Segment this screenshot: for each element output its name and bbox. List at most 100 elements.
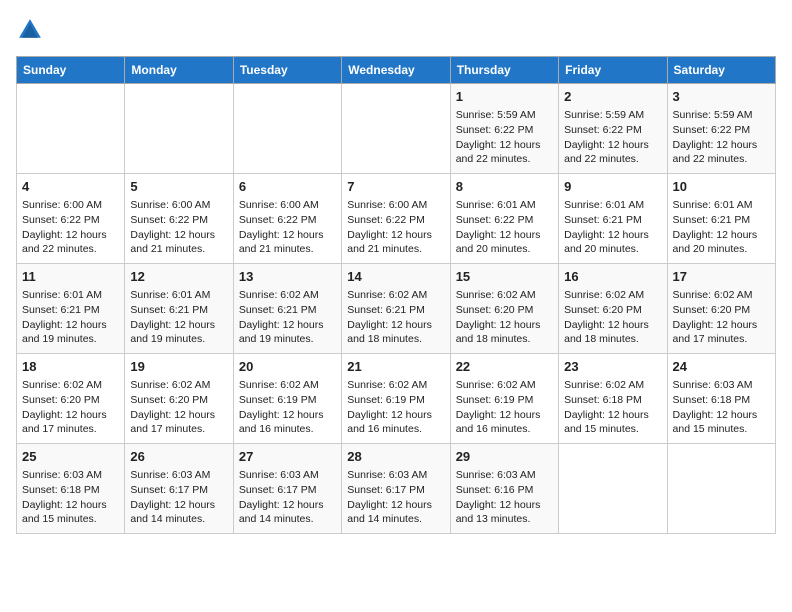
day-number: 24: [673, 358, 770, 376]
day-info: Sunrise: 6:02 AM Sunset: 6:19 PM Dayligh…: [239, 378, 336, 437]
calendar-cell: 1 Sunrise: 5:59 AM Sunset: 6:22 PM Daylig…: [450, 84, 558, 174]
calendar-cell: 22Sunrise: 6:02 AM Sunset: 6:19 PM Dayli…: [450, 354, 558, 444]
day-info: Sunrise: 6:02 AM Sunset: 6:20 PM Dayligh…: [456, 288, 553, 347]
calendar-cell: 27 Sunrise: 6:03 AM Sunset: 6:17 PM Dayli…: [233, 444, 341, 534]
day-info: Sunrise: 5:59 AM Sunset: 6:22 PM Dayligh…: [456, 108, 553, 167]
calendar-cell: 29 Sunrise: 6:03 AM Sunset: 6:16 PM Dayli…: [450, 444, 558, 534]
calendar-cell: 14 Sunrise: 6:02 AM Sunset: 6:21 PM Dayli…: [342, 264, 450, 354]
day-info: Sunrise: 6:01 AM Sunset: 6:21 PM Dayligh…: [130, 288, 227, 347]
day-number: 15: [456, 268, 553, 286]
day-info: Sunrise: 6:03 AM Sunset: 6:18 PM Dayligh…: [673, 378, 770, 437]
day-number: 28: [347, 448, 444, 466]
day-info: Sunrise: 6:03 AM Sunset: 6:17 PM Dayligh…: [239, 468, 336, 527]
calendar-cell: 24 Sunrise: 6:03 AM Sunset: 6:18 PM Dayli…: [667, 354, 775, 444]
header-wednesday: Wednesday: [342, 57, 450, 84]
day-info: Sunrise: 6:01 AM Sunset: 6:21 PM Dayligh…: [673, 198, 770, 257]
calendar-cell: 10Sunrise: 6:01 AM Sunset: 6:21 PM Dayli…: [667, 174, 775, 264]
day-number: 7: [347, 178, 444, 196]
calendar-cell: 21 Sunrise: 6:02 AM Sunset: 6:19 PM Dayli…: [342, 354, 450, 444]
day-info: Sunrise: 6:00 AM Sunset: 6:22 PM Dayligh…: [22, 198, 119, 257]
calendar-cell: 5 Sunrise: 6:00 AM Sunset: 6:22 PM Daylig…: [125, 174, 233, 264]
calendar-cell: [559, 444, 667, 534]
day-number: 4: [22, 178, 119, 196]
day-info: Sunrise: 5:59 AM Sunset: 6:22 PM Dayligh…: [673, 108, 770, 167]
calendar-cell: 7 Sunrise: 6:00 AM Sunset: 6:22 PM Daylig…: [342, 174, 450, 264]
day-number: 8: [456, 178, 553, 196]
calendar-cell: 20 Sunrise: 6:02 AM Sunset: 6:19 PM Dayli…: [233, 354, 341, 444]
day-info: Sunrise: 6:01 AM Sunset: 6:22 PM Dayligh…: [456, 198, 553, 257]
calendar-cell: 17 Sunrise: 6:02 AM Sunset: 6:20 PM Dayli…: [667, 264, 775, 354]
day-info: Sunrise: 6:03 AM Sunset: 6:17 PM Dayligh…: [347, 468, 444, 527]
day-number: 3: [673, 88, 770, 106]
day-number: 21: [347, 358, 444, 376]
day-number: 16: [564, 268, 661, 286]
day-number: 2: [564, 88, 661, 106]
calendar-cell: 28 Sunrise: 6:03 AM Sunset: 6:17 PM Dayli…: [342, 444, 450, 534]
day-number: 26: [130, 448, 227, 466]
day-number: 29: [456, 448, 553, 466]
calendar-cell: 3 Sunrise: 5:59 AM Sunset: 6:22 PM Daylig…: [667, 84, 775, 174]
day-info: Sunrise: 6:02 AM Sunset: 6:20 PM Dayligh…: [564, 288, 661, 347]
calendar-cell: [342, 84, 450, 174]
day-info: Sunrise: 6:01 AM Sunset: 6:21 PM Dayligh…: [564, 198, 661, 257]
day-info: Sunrise: 6:01 AM Sunset: 6:21 PM Dayligh…: [22, 288, 119, 347]
calendar-cell: 11 Sunrise: 6:01 AM Sunset: 6:21 PM Dayli…: [17, 264, 125, 354]
calendar-cell: 25 Sunrise: 6:03 AM Sunset: 6:18 PM Dayli…: [17, 444, 125, 534]
day-info: Sunrise: 6:00 AM Sunset: 6:22 PM Dayligh…: [347, 198, 444, 257]
day-number: 25: [22, 448, 119, 466]
day-number: 5: [130, 178, 227, 196]
day-info: Sunrise: 6:02 AM Sunset: 6:20 PM Dayligh…: [673, 288, 770, 347]
day-number: 23: [564, 358, 661, 376]
day-number: 20: [239, 358, 336, 376]
calendar-cell: [125, 84, 233, 174]
day-number: 14: [347, 268, 444, 286]
day-info: Sunrise: 6:02 AM Sunset: 6:19 PM Dayligh…: [347, 378, 444, 437]
day-number: 19: [130, 358, 227, 376]
calendar-cell: 4 Sunrise: 6:00 AM Sunset: 6:22 PM Daylig…: [17, 174, 125, 264]
day-info: Sunrise: 6:00 AM Sunset: 6:22 PM Dayligh…: [130, 198, 227, 257]
calendar-cell: 13 Sunrise: 6:02 AM Sunset: 6:21 PM Dayli…: [233, 264, 341, 354]
header-sunday: Sunday: [17, 57, 125, 84]
calendar-cell: 8 Sunrise: 6:01 AM Sunset: 6:22 PM Daylig…: [450, 174, 558, 264]
day-number: 13: [239, 268, 336, 286]
calendar-week-1: 1 Sunrise: 5:59 AM Sunset: 6:22 PM Daylig…: [17, 84, 776, 174]
header-monday: Monday: [125, 57, 233, 84]
calendar-cell: 26 Sunrise: 6:03 AM Sunset: 6:17 PM Dayli…: [125, 444, 233, 534]
calendar-table: SundayMondayTuesdayWednesdayThursdayFrid…: [16, 56, 776, 534]
calendar-cell: 15 Sunrise: 6:02 AM Sunset: 6:20 PM Dayli…: [450, 264, 558, 354]
day-info: Sunrise: 6:02 AM Sunset: 6:20 PM Dayligh…: [130, 378, 227, 437]
calendar-cell: 18Sunrise: 6:02 AM Sunset: 6:20 PM Dayli…: [17, 354, 125, 444]
calendar-week-2: 4 Sunrise: 6:00 AM Sunset: 6:22 PM Daylig…: [17, 174, 776, 264]
day-info: Sunrise: 6:00 AM Sunset: 6:22 PM Dayligh…: [239, 198, 336, 257]
day-info: Sunrise: 6:02 AM Sunset: 6:18 PM Dayligh…: [564, 378, 661, 437]
calendar-cell: [667, 444, 775, 534]
calendar-cell: 23 Sunrise: 6:02 AM Sunset: 6:18 PM Dayli…: [559, 354, 667, 444]
day-info: Sunrise: 6:03 AM Sunset: 6:17 PM Dayligh…: [130, 468, 227, 527]
header-thursday: Thursday: [450, 57, 558, 84]
calendar-header-row: SundayMondayTuesdayWednesdayThursdayFrid…: [17, 57, 776, 84]
calendar-week-3: 11 Sunrise: 6:01 AM Sunset: 6:21 PM Dayli…: [17, 264, 776, 354]
day-info: Sunrise: 6:03 AM Sunset: 6:18 PM Dayligh…: [22, 468, 119, 527]
calendar-cell: [233, 84, 341, 174]
calendar-cell: 2Sunrise: 5:59 AM Sunset: 6:22 PM Daylig…: [559, 84, 667, 174]
day-number: 1: [456, 88, 553, 106]
day-number: 17: [673, 268, 770, 286]
calendar-cell: [17, 84, 125, 174]
calendar-cell: 12 Sunrise: 6:01 AM Sunset: 6:21 PM Dayli…: [125, 264, 233, 354]
day-info: Sunrise: 6:02 AM Sunset: 6:21 PM Dayligh…: [347, 288, 444, 347]
day-number: 9: [564, 178, 661, 196]
logo-icon: [16, 16, 44, 44]
day-info: Sunrise: 6:02 AM Sunset: 6:21 PM Dayligh…: [239, 288, 336, 347]
calendar-cell: 19 Sunrise: 6:02 AM Sunset: 6:20 PM Dayli…: [125, 354, 233, 444]
day-number: 22: [456, 358, 553, 376]
day-number: 11: [22, 268, 119, 286]
day-number: 6: [239, 178, 336, 196]
calendar-cell: 9 Sunrise: 6:01 AM Sunset: 6:21 PM Daylig…: [559, 174, 667, 264]
calendar-cell: 16 Sunrise: 6:02 AM Sunset: 6:20 PM Dayli…: [559, 264, 667, 354]
day-info: Sunrise: 6:03 AM Sunset: 6:16 PM Dayligh…: [456, 468, 553, 527]
day-number: 12: [130, 268, 227, 286]
header-tuesday: Tuesday: [233, 57, 341, 84]
day-number: 27: [239, 448, 336, 466]
header-saturday: Saturday: [667, 57, 775, 84]
page-header: [16, 16, 776, 44]
